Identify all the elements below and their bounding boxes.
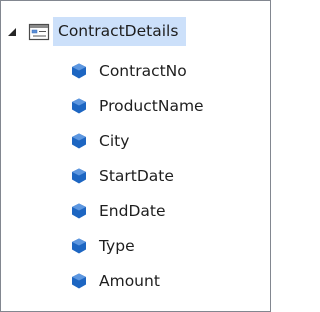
tree-item-label: Amount [99, 271, 160, 290]
tree-item-contractno[interactable]: ContractNo [63, 53, 204, 88]
tree-item-label: Type [99, 236, 135, 255]
tree-item-label: City [99, 131, 130, 150]
field-icon [69, 201, 89, 221]
tree-item-type[interactable]: Type [63, 228, 204, 263]
field-icon [69, 166, 89, 186]
field-tree-panel: ContractDetails ContractNo ProductName C… [0, 0, 271, 312]
tree-item-enddate[interactable]: EndDate [63, 193, 204, 228]
tree-root-row[interactable]: ContractDetails [7, 17, 187, 46]
tree-item-productname[interactable]: ProductName [63, 88, 204, 123]
field-list: ContractNo ProductName City StartDate En… [63, 53, 204, 298]
tree-root-label[interactable]: ContractDetails [53, 17, 187, 46]
table-icon [27, 22, 51, 42]
field-icon [69, 61, 89, 81]
field-icon [69, 271, 89, 291]
tree-item-amount[interactable]: Amount [63, 263, 204, 298]
tree-item-label: EndDate [99, 201, 166, 220]
expanded-triangle-icon[interactable] [7, 27, 17, 37]
field-icon [69, 131, 89, 151]
tree-item-city[interactable]: City [63, 123, 204, 158]
tree-item-label: ContractNo [99, 61, 187, 80]
field-icon [69, 96, 89, 116]
tree-item-label: ProductName [99, 96, 204, 115]
field-icon [69, 236, 89, 256]
tree-item-startdate[interactable]: StartDate [63, 158, 204, 193]
tree-item-label: StartDate [99, 166, 174, 185]
